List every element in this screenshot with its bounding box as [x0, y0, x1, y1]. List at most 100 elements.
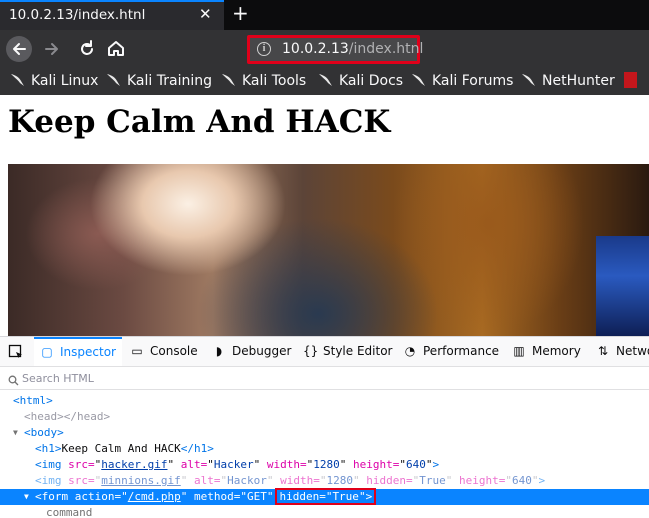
h1-open-tag: <h1> — [35, 442, 62, 455]
attr-value: 640 — [405, 458, 426, 471]
devtools-panel: ▢ Inspector ▭ Console ◗ Debugger {} Style Ed… — [0, 336, 649, 518]
bookmarks-toolbar: Kali Linux Kali Training Kali Tools Kali… — [0, 68, 649, 95]
form-tag: <form — [35, 490, 69, 503]
tab-style-editor[interactable]: {} Style Editor — [303, 337, 392, 366]
attr-name: width= — [280, 474, 320, 487]
attr-value: GET — [246, 490, 267, 503]
html-tag: <html> — [13, 394, 53, 407]
tab-memory[interactable]: ▥ Memory — [512, 337, 580, 366]
bookmark-label: Kali Tools — [242, 73, 307, 89]
bookmark-kali-forums[interactable]: Kali Forums — [411, 72, 513, 89]
search-html-bar — [0, 367, 649, 390]
offensive-security-icon — [624, 72, 637, 88]
tab-title: 10.0.2.13/index.htnl — [9, 7, 146, 23]
expand-triangle-icon[interactable]: ▼ — [13, 425, 18, 441]
devtools-toolbar: ▢ Inspector ▭ Console ◗ Debugger {} Style Ed… — [0, 337, 649, 367]
search-html-input[interactable] — [22, 370, 322, 386]
attr-value-link[interactable]: hacker.gif — [101, 458, 167, 471]
inspector-icon: ▢ — [41, 345, 53, 359]
tree-node-img-hacker[interactable]: <img src="hacker.gif" alt="Hacker" width… — [0, 457, 649, 473]
tab-debugger[interactable]: ◗ Debugger — [212, 337, 292, 366]
memory-icon: ▥ — [513, 344, 525, 358]
url-text[interactable]: 10.0.2.13/index.htnl — [282, 41, 423, 57]
bookmark-label: Kali Docs — [339, 73, 404, 89]
kali-dragon-icon — [221, 72, 236, 87]
tree-node-text[interactable]: command — [0, 505, 649, 518]
attr-name: action= — [74, 490, 122, 503]
close-icon[interactable]: ✕ — [199, 5, 212, 23]
attr-value: True — [332, 490, 359, 503]
kali-dragon-icon — [106, 72, 121, 87]
h1-close-tag: </h1> — [180, 442, 214, 455]
kali-dragon-icon — [10, 72, 25, 87]
attr-value-link[interactable]: minnions.gif — [101, 474, 180, 487]
element-picker-icon[interactable] — [8, 344, 24, 360]
tree-node-img-minnions[interactable]: <img src="minnions.gif" alt="Hackor" wid… — [0, 473, 649, 489]
bookmark-offensive-security[interactable] — [624, 72, 637, 89]
tree-node-body[interactable]: ▼ <body> — [0, 425, 649, 441]
kali-dragon-icon — [318, 72, 333, 87]
network-icon: ⇅ — [597, 344, 609, 358]
attr-name: alt= — [180, 458, 208, 471]
new-tab-plus-icon[interactable]: + — [232, 1, 249, 25]
site-info-icon[interactable]: i — [257, 42, 271, 56]
tree-node-html[interactable]: <html> — [0, 393, 649, 409]
tree-node-form-selected[interactable]: ▼ <form action="/cmd.php" method="GET" hi… — [0, 488, 649, 505]
tag-close: > — [365, 490, 373, 503]
bookmark-label: Kali Forums — [432, 73, 514, 89]
bookmark-kali-training[interactable]: Kali Training — [106, 72, 212, 89]
page-heading: Keep Calm And HACK — [8, 104, 391, 140]
bookmark-nethunter[interactable]: NetHunter — [521, 72, 615, 89]
url-host: 10.0.2.13 — [282, 41, 349, 57]
attr-name: height= — [352, 458, 400, 471]
tree-node-h1[interactable]: <h1>Keep Calm And HACK</h1> — [0, 441, 649, 457]
attr-name: hidden= — [366, 474, 413, 487]
bookmark-kali-linux[interactable]: Kali Linux — [10, 72, 98, 89]
tab-performance[interactable]: ◔ Performance — [403, 337, 499, 366]
tab-label: Performance — [423, 344, 500, 358]
attr-value-link[interactable]: /cmd.php — [128, 490, 181, 503]
bookmark-label: NetHunter — [542, 73, 615, 89]
img-tag: <img — [35, 458, 62, 471]
bookmark-kali-tools[interactable]: Kali Tools — [221, 72, 306, 89]
tree-node-head[interactable]: <head></head> — [0, 409, 649, 425]
bookmark-kali-docs[interactable]: Kali Docs — [318, 72, 403, 89]
reload-icon[interactable] — [74, 36, 100, 62]
tab-label: Netwo — [616, 344, 649, 358]
attr-value: 1280 — [326, 474, 353, 487]
expand-triangle-icon[interactable]: ▼ — [24, 489, 29, 505]
debugger-icon: ◗ — [215, 344, 223, 358]
address-bar[interactable]: i 10.0.2.13/index.htnl — [247, 35, 423, 64]
attr-value: Hacker — [213, 458, 254, 471]
attr-name: height= — [458, 474, 506, 487]
bookmark-label: Kali Linux — [31, 73, 99, 89]
attr-value: 640 — [511, 474, 532, 487]
home-icon[interactable] — [103, 36, 129, 62]
tag-close: > — [538, 474, 546, 487]
bookmark-label: Kali Training — [127, 73, 212, 89]
forward-arrow-icon[interactable] — [40, 36, 66, 62]
attr-name: method= — [193, 490, 241, 503]
search-icon — [8, 371, 19, 390]
tab-inspector[interactable]: ▢ Inspector — [34, 337, 122, 366]
attr-name: hidden= — [279, 490, 326, 503]
attr-name: src= — [68, 458, 95, 471]
tab-label: Inspector — [60, 345, 116, 359]
attr-name: width= — [266, 458, 307, 471]
hacker-gif-image — [8, 164, 649, 336]
console-icon: ▭ — [131, 344, 143, 358]
h1-text: Keep Calm And HACK — [61, 442, 181, 455]
browser-tab[interactable]: 10.0.2.13/index.htnl ✕ — [0, 0, 224, 30]
img-tag: <img — [35, 474, 62, 487]
tab-strip: 10.0.2.13/index.htnl ✕ + — [0, 0, 649, 30]
tab-label: Console — [150, 344, 198, 358]
tab-label: Style Editor — [323, 344, 393, 358]
back-arrow-icon[interactable] — [6, 36, 32, 62]
attr-value: True — [419, 474, 446, 487]
tab-network[interactable]: ⇅ Netwo — [596, 337, 649, 366]
url-path: /index.htnl — [348, 41, 424, 57]
tab-label: Debugger — [232, 344, 292, 358]
performance-icon: ◔ — [404, 344, 416, 358]
tab-console[interactable]: ▭ Console — [130, 337, 198, 366]
page-content: Keep Calm And HACK — [0, 95, 649, 336]
